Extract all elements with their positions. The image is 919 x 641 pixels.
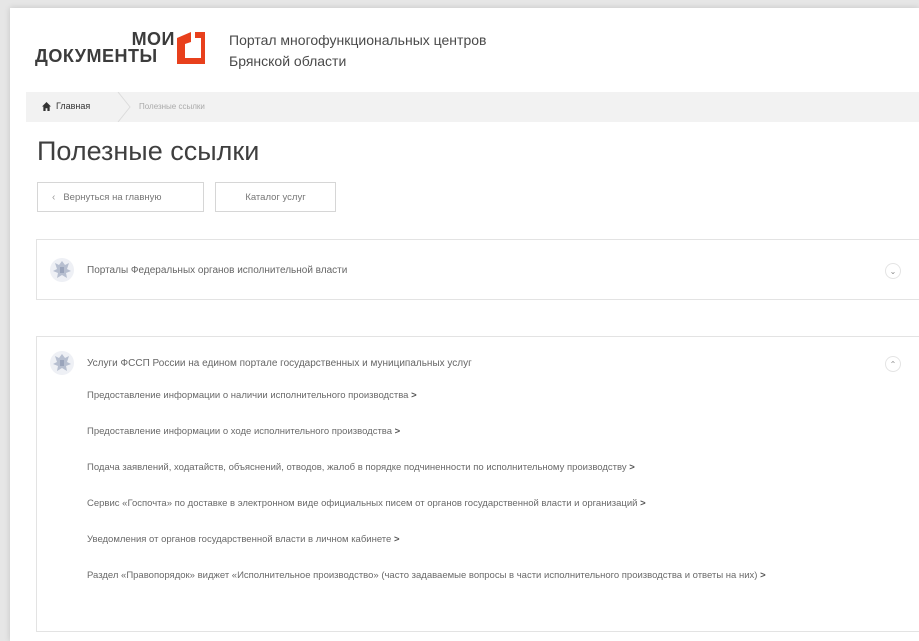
breadcrumb-home[interactable]: Главная (42, 101, 90, 111)
back-button-label: Вернуться на главную (63, 191, 162, 203)
home-icon (42, 101, 51, 111)
service-link[interactable]: Подача заявлений, ходатайств, объяснений… (87, 461, 902, 474)
logo-line2: ДОКУМЕНТЫ (35, 46, 158, 66)
accordion-title: Услуги ФССП России на едином портале гос… (87, 357, 472, 369)
catalog-button-label: Каталог услуг (245, 191, 306, 203)
coat-of-arms-icon (50, 351, 74, 375)
chevron-right-icon: > (411, 390, 417, 401)
chevron-right-icon: > (760, 570, 766, 581)
site-header: МОИ ДОКУМЕНТЫ Портал многофункциональных… (35, 26, 915, 76)
accordion-header[interactable]: Услуги ФССП России на едином портале гос… (49, 350, 472, 376)
service-links: Предоставление информации о наличии испо… (87, 389, 902, 582)
service-link-label: Уведомления от органов государственной в… (87, 534, 392, 545)
accordion-title: Порталы Федеральных органов исполнительн… (87, 264, 348, 276)
portal-title-line1: Портал многофункциональных центров (229, 32, 487, 48)
logo[interactable]: МОИ ДОКУМЕНТЫ (35, 30, 175, 74)
service-link[interactable]: Предоставление информации о ходе исполни… (87, 425, 902, 438)
chevron-down-icon[interactable]: ⌄ (885, 263, 901, 279)
service-link[interactable]: Раздел «Правопорядок» виджет «Исполнител… (87, 569, 902, 582)
accordion-fssp-services[interactable]: Услуги ФССП России на едином портале гос… (36, 336, 919, 632)
breadcrumb-separator-icon (117, 92, 131, 122)
page-title: Полезные ссылки (37, 136, 260, 166)
accordion-header[interactable]: Порталы Федеральных органов исполнительн… (49, 257, 347, 283)
portal-title: Портал многофункциональных центров Брянс… (229, 30, 486, 72)
service-link[interactable]: Уведомления от органов государственной в… (87, 533, 902, 546)
service-link[interactable]: Предоставление информации о наличии испо… (87, 389, 902, 402)
breadcrumb: Главная Полезные ссылки (26, 92, 919, 122)
chevron-up-icon[interactable]: ⌃ (885, 356, 901, 372)
breadcrumb-current: Полезные ссылки (139, 102, 205, 111)
service-link-label: Сервис «Госпочта» по доставке в электрон… (87, 498, 638, 509)
service-link[interactable]: Сервис «Госпочта» по доставке в электрон… (87, 497, 902, 510)
chevron-right-icon: > (629, 462, 635, 473)
coat-of-arms-icon (50, 258, 74, 282)
page: МОИ ДОКУМЕНТЫ Портал многофункциональных… (10, 8, 919, 641)
service-link-label: Предоставление информации о ходе исполни… (87, 426, 393, 437)
catalog-button[interactable]: Каталог услуг (215, 182, 336, 212)
chevron-right-icon: > (394, 426, 401, 437)
portal-title-line2: Брянской области (229, 53, 347, 69)
logo-mark-icon (177, 32, 205, 64)
chevron-right-icon: > (640, 498, 646, 509)
breadcrumb-home-label: Главная (56, 101, 91, 111)
chevron-left-icon: ‹ (52, 191, 56, 203)
accordion-federal-portals[interactable]: Порталы Федеральных органов исполнительн… (36, 239, 919, 300)
service-link-label: Подача заявлений, ходатайств, объяснений… (87, 462, 627, 473)
service-link-label: Предоставление информации о наличии испо… (87, 390, 409, 401)
back-to-home-button[interactable]: ‹ Вернуться на главную (37, 182, 204, 212)
chevron-right-icon: > (393, 534, 400, 545)
service-link-label: Раздел «Правопорядок» виджет «Исполнител… (87, 570, 758, 581)
